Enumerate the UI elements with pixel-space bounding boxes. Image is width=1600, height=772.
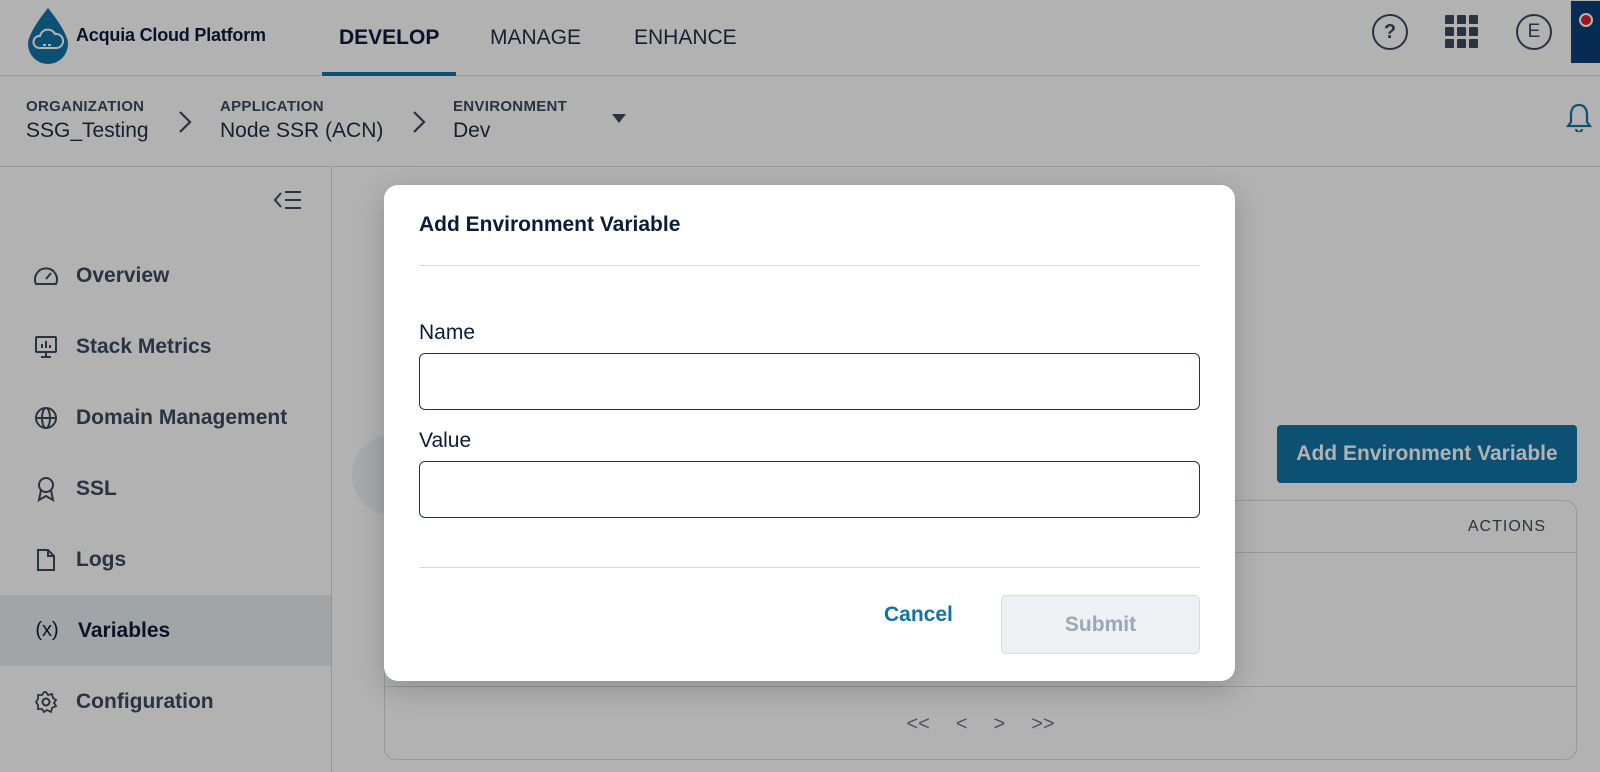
add-environment-variable-dialog: Add Environment Variable Name Value Canc…	[384, 185, 1235, 681]
divider	[419, 265, 1200, 266]
cancel-button[interactable]: Cancel	[884, 595, 953, 635]
value-field-label: Value	[419, 429, 472, 452]
name-input[interactable]	[419, 353, 1200, 410]
dialog-title: Add Environment Variable	[419, 213, 681, 236]
divider	[419, 567, 1200, 568]
value-input[interactable]	[419, 461, 1200, 518]
submit-button[interactable]: Submit	[1001, 595, 1200, 654]
name-field-label: Name	[419, 321, 476, 344]
